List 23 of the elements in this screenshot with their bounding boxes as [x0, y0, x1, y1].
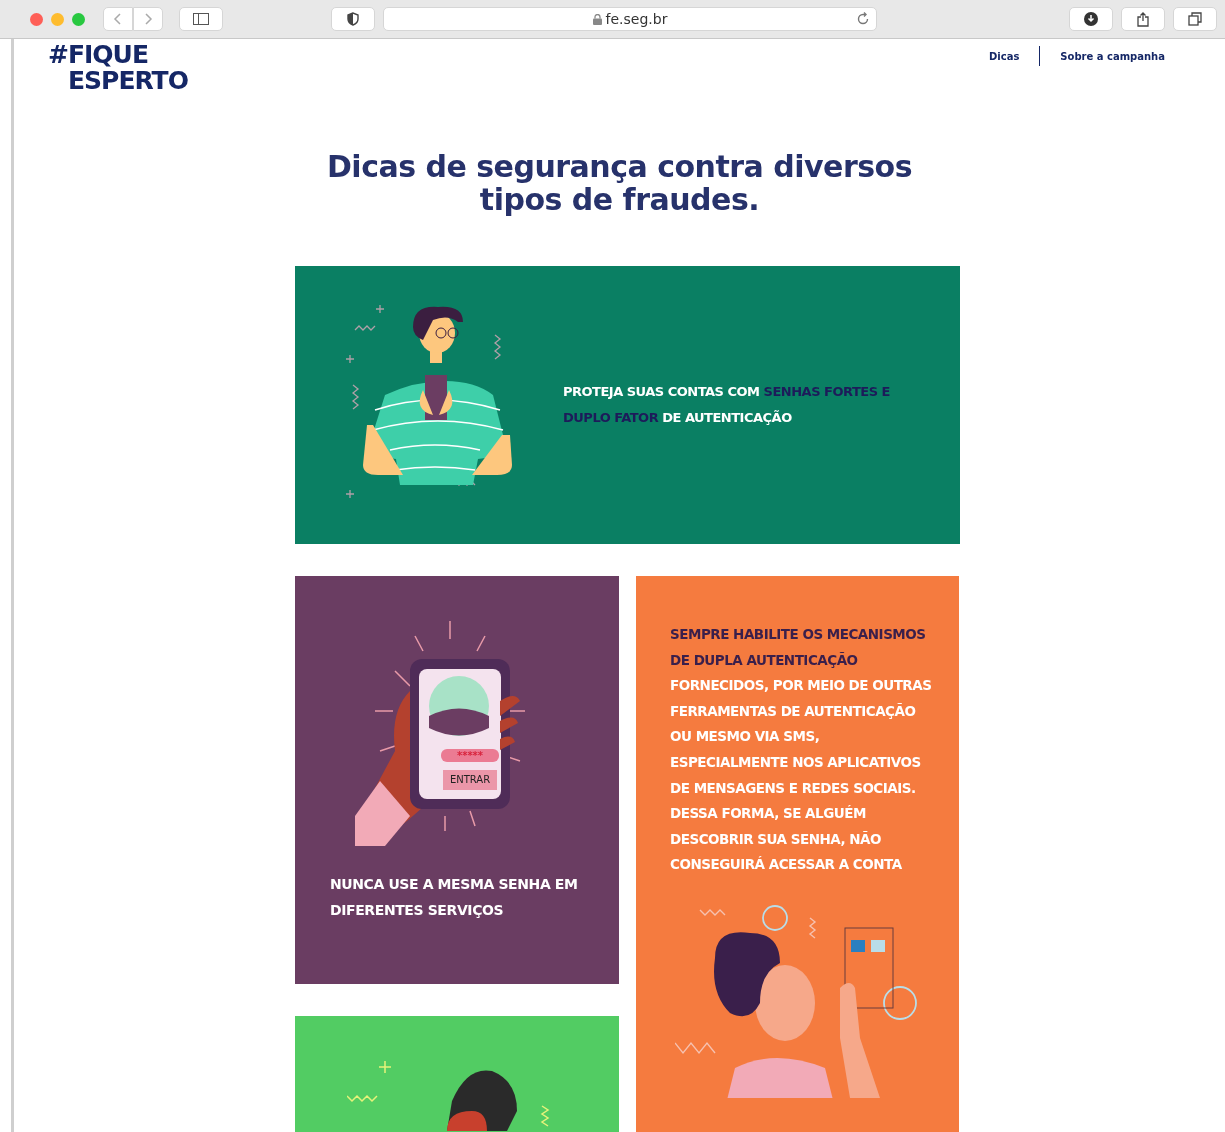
tabs-icon [1188, 12, 1202, 26]
share-icon [1137, 11, 1149, 27]
shield-icon [347, 12, 359, 26]
download-icon [1084, 12, 1098, 26]
password-field: ***** [441, 749, 499, 762]
page-heading: Dicas de segurança contra diversos tipos de fraudes. [325, 150, 913, 216]
sidebar-button[interactable] [179, 7, 223, 31]
download-button[interactable] [1069, 7, 1113, 31]
chevron-left-icon [113, 12, 123, 26]
tip-text: SEMPRE HABILITE OS MECANISMOS DE DUPLA AUTENTICAÇÃO FORNECIDOS, POR MEIO DE OUTRAS FERRAMENTAS DE AUTENTICAÇÃO OU MESMO VIA SMS, ESPECIALMENTE NOS APLICATIVOS DE MENSAGENS E REDES SOCIAIS. DESSA FORMA, SE ALGUÉM DESCOBRIR SUA SENHA, NÃO CONSEGUIRÁ ACESSAR A CONTA [670, 625, 933, 875]
sidebar-icon [193, 13, 209, 25]
tabs-button[interactable] [1173, 7, 1217, 31]
tip-text: PROTEJA SUAS CONTAS COM SENHAS FORTES E DUPLO FATOR DE AUTENTICAÇÃO [563, 383, 891, 427]
address-field[interactable]: fe.seg.br [383, 7, 877, 31]
reload-icon[interactable] [856, 12, 870, 26]
lock-icon [592, 13, 602, 25]
shield-button[interactable] [331, 7, 375, 31]
share-button[interactable] [1121, 7, 1165, 31]
nav-link[interactable]: Sobre a campanha [1060, 48, 1165, 64]
chevron-right-icon [143, 12, 153, 26]
tip-text: NUNCA USE A MESMA SENHA EM DIFERENTES SERVIÇOS [330, 875, 579, 920]
close-window-icon[interactable] [30, 12, 43, 26]
nav-link[interactable]: Dicas [989, 48, 1020, 64]
